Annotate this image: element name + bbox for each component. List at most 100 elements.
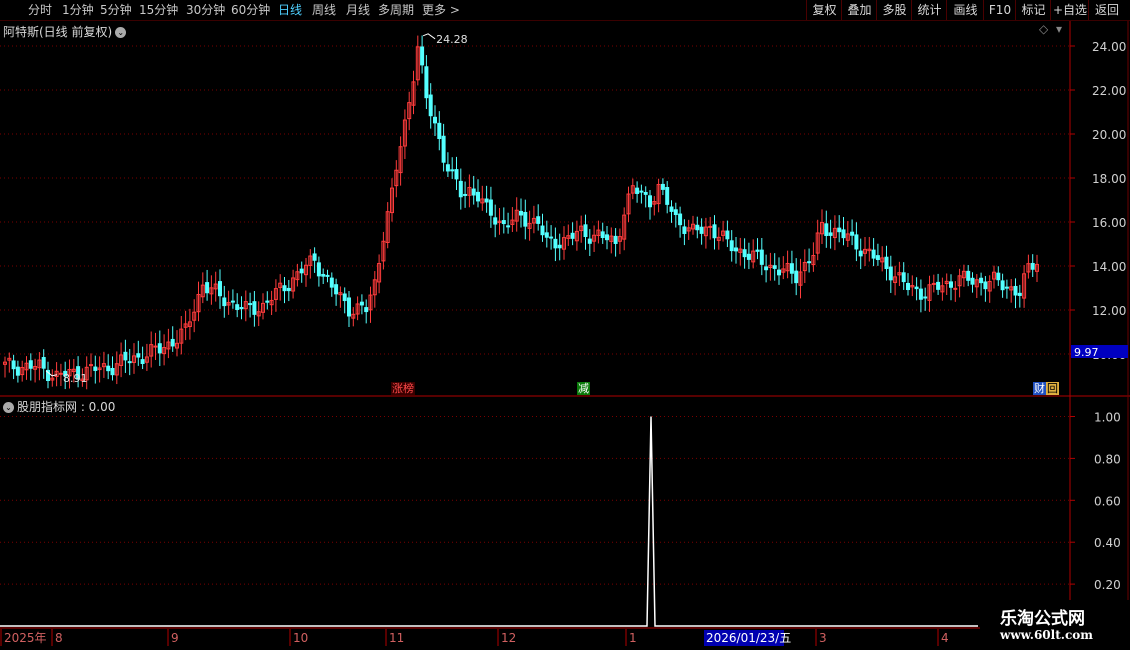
tab-period-2[interactable]: 5分钟 — [100, 1, 132, 19]
toolbar-button-3[interactable]: 统计 — [911, 0, 947, 20]
event-tag-zhangbang[interactable]: 涨榜 — [391, 382, 415, 395]
candle-body-129 — [557, 244, 562, 249]
candle-body-2 — [11, 360, 16, 370]
candle-body-100 — [433, 116, 437, 124]
y-tick-label-4: 16.00 — [1092, 216, 1126, 230]
chevron-down-icon[interactable]: ⌄ — [3, 402, 14, 413]
toolbar-button-8[interactable]: 返回 — [1088, 0, 1125, 20]
high-price-label: 24.28 — [436, 33, 468, 46]
candle-body-35 — [153, 345, 158, 348]
toolbar-button-5[interactable]: F10 — [983, 0, 1016, 20]
candle-body-173 — [746, 253, 751, 260]
toolbar-button-7[interactable]: +自选 — [1050, 0, 1089, 20]
candle-body-149 — [643, 191, 648, 195]
stock-title[interactable]: 阿特斯(日线 前复权) ⌄ — [3, 23, 127, 40]
candle-body-31 — [136, 353, 141, 358]
x-tick-label-5: 12 — [501, 631, 516, 645]
tab-period-5[interactable]: 60分钟 — [231, 1, 270, 19]
candle-body-170 — [734, 247, 738, 252]
ind-y-tick-label-1: 0.80 — [1094, 452, 1121, 466]
watermark-line2: www.60lt.com — [1000, 628, 1093, 642]
toolbar-button-6[interactable]: 标记 — [1015, 0, 1051, 20]
candle-body-116 — [501, 220, 506, 225]
x-tick-label-4: 11 — [389, 631, 404, 645]
candle-body-75 — [325, 274, 330, 277]
tab-period-0[interactable]: 分时 — [28, 1, 52, 19]
candle-body-156 — [673, 209, 678, 216]
candle-body-233 — [1004, 286, 1009, 289]
x-tick-label-6: 1 — [629, 631, 637, 645]
candle-body-191 — [824, 223, 829, 236]
diamond-icon[interactable]: ◇ — [1039, 22, 1048, 36]
x-tick-label-2: 9 — [171, 631, 179, 645]
toolbar-button-4[interactable]: 画线 — [946, 0, 984, 20]
candle-body-147 — [635, 187, 640, 194]
candle-body-112 — [484, 198, 489, 203]
tab-period-6[interactable]: 日线 — [278, 1, 302, 19]
toolbar-button-0[interactable]: 复权 — [806, 0, 842, 20]
candle-body-183 — [789, 263, 794, 274]
candle-body-29 — [127, 361, 132, 364]
x-tick-label-8: 4 — [941, 631, 949, 645]
event-tag-hui[interactable]: 回 — [1046, 382, 1059, 395]
tab-period-9[interactable]: 多周期 — [378, 1, 414, 19]
candle-body-136 — [587, 238, 592, 244]
x-tick-label-0: 2025年 — [4, 631, 47, 645]
chart-canvas[interactable]: 24.0022.0020.0018.0016.0014.0012.0010.00… — [0, 0, 1130, 650]
candle-body-194 — [837, 227, 842, 233]
candle-body-172 — [742, 249, 747, 258]
candle-body-202 — [871, 249, 876, 259]
candle-body-54 — [235, 304, 240, 310]
candle-body-132 — [570, 232, 575, 239]
candle-body-184 — [794, 270, 799, 284]
tab-period-3[interactable]: 15分钟 — [139, 1, 178, 19]
candle-body-203 — [875, 255, 880, 261]
indicator-title[interactable]: ⌄ 股朋指标网 : 0.00 — [3, 398, 115, 415]
candle-body-148 — [639, 190, 644, 193]
candle-body-114 — [493, 217, 498, 225]
candle-body-161 — [695, 224, 700, 231]
toolbar-button-2[interactable]: 多股 — [876, 0, 912, 20]
candle-body-221 — [953, 287, 958, 290]
candle-body-98 — [424, 66, 429, 99]
y-tick-label-6: 12.00 — [1092, 304, 1126, 318]
candle-body-28 — [123, 351, 128, 361]
candle-body-101 — [437, 122, 442, 140]
tab-period-1[interactable]: 1分钟 — [62, 1, 94, 19]
candle-body-110 — [476, 191, 480, 202]
candle-body-140 — [605, 234, 609, 241]
toggle-panel-icon[interactable]: ▾ — [1056, 22, 1062, 36]
indicator-title-text: 股朋指标网 : 0.00 — [17, 400, 116, 414]
candle-body-103 — [445, 164, 450, 172]
candle-body-21 — [93, 366, 98, 371]
candle-body-66 — [286, 287, 291, 292]
candle-body-113 — [488, 199, 493, 216]
candle-body-176 — [759, 249, 764, 265]
candle-body-155 — [669, 206, 674, 212]
tab-period-10[interactable]: 更多 > — [422, 1, 460, 19]
chevron-down-icon[interactable]: ⌄ — [115, 27, 127, 38]
candles — [3, 35, 1039, 390]
candle-body-121 — [523, 211, 528, 227]
high-marker — [422, 33, 436, 40]
candle-body-209 — [901, 272, 906, 283]
candle-body-55 — [239, 307, 244, 310]
candle-body-58 — [252, 301, 257, 315]
toolbar-button-1[interactable]: 叠加 — [841, 0, 877, 20]
candle-body-83 — [359, 301, 364, 306]
tab-period-4[interactable]: 30分钟 — [186, 1, 225, 19]
candle-body-6 — [28, 360, 33, 369]
candle-body-128 — [553, 238, 558, 249]
tab-period-8[interactable]: 月线 — [346, 1, 370, 19]
candle-body-236 — [1017, 292, 1022, 296]
candle-body-69 — [299, 268, 304, 274]
event-tag-cai[interactable]: 财 — [1033, 382, 1046, 395]
event-tag-jian[interactable]: 减 — [577, 382, 590, 395]
candle-body-212 — [914, 286, 919, 290]
candle-body-206 — [888, 266, 893, 281]
candle-body-32 — [140, 359, 145, 364]
cursor-date-label: 2026/01/23/五 — [706, 631, 791, 645]
candle-body-36 — [157, 343, 162, 354]
candle-body-225 — [970, 277, 975, 285]
tab-period-7[interactable]: 周线 — [312, 1, 336, 19]
